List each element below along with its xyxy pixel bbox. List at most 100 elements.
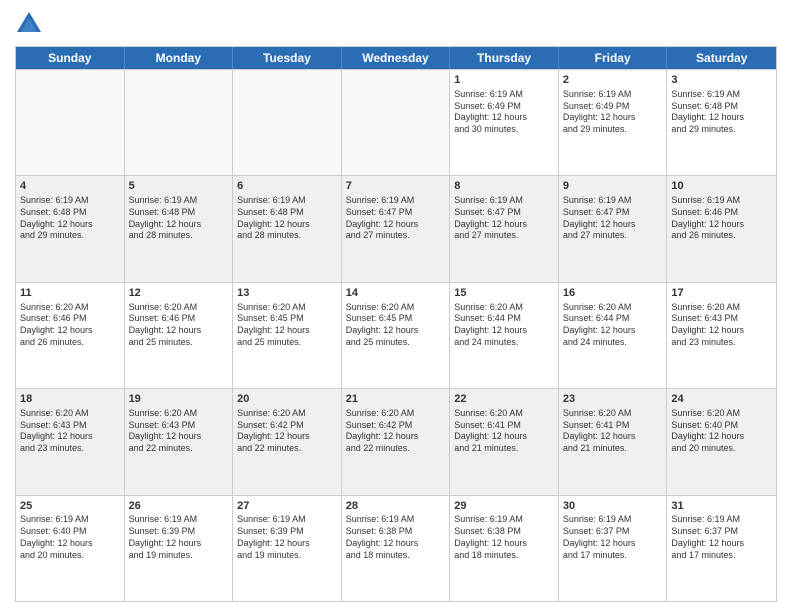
day-number: 2 <box>563 73 663 88</box>
calendar-body: 1Sunrise: 6:19 AM Sunset: 6:49 PM Daylig… <box>16 69 776 601</box>
calendar-cell-day-26: 26Sunrise: 6:19 AM Sunset: 6:39 PM Dayli… <box>125 496 234 601</box>
day-info: Sunrise: 6:19 AM Sunset: 6:37 PM Dayligh… <box>671 514 772 561</box>
day-number: 15 <box>454 286 554 301</box>
day-number: 26 <box>129 499 229 514</box>
day-info: Sunrise: 6:19 AM Sunset: 6:49 PM Dayligh… <box>563 89 663 136</box>
day-number: 28 <box>346 499 446 514</box>
day-number: 17 <box>671 286 772 301</box>
day-number: 18 <box>20 392 120 407</box>
day-number: 6 <box>237 179 337 194</box>
header <box>15 10 777 38</box>
day-info: Sunrise: 6:20 AM Sunset: 6:41 PM Dayligh… <box>454 408 554 455</box>
day-info: Sunrise: 6:19 AM Sunset: 6:38 PM Dayligh… <box>454 514 554 561</box>
calendar-header-cell: Wednesday <box>342 47 451 69</box>
calendar: SundayMondayTuesdayWednesdayThursdayFrid… <box>15 46 777 602</box>
day-number: 21 <box>346 392 446 407</box>
day-number: 8 <box>454 179 554 194</box>
calendar-cell-day-9: 9Sunrise: 6:19 AM Sunset: 6:47 PM Daylig… <box>559 176 668 281</box>
day-number: 5 <box>129 179 229 194</box>
calendar-cell-day-30: 30Sunrise: 6:19 AM Sunset: 6:37 PM Dayli… <box>559 496 668 601</box>
day-info: Sunrise: 6:20 AM Sunset: 6:43 PM Dayligh… <box>671 302 772 349</box>
calendar-cell-empty <box>342 70 451 175</box>
calendar-cell-day-13: 13Sunrise: 6:20 AM Sunset: 6:45 PM Dayli… <box>233 283 342 388</box>
day-info: Sunrise: 6:20 AM Sunset: 6:44 PM Dayligh… <box>454 302 554 349</box>
day-info: Sunrise: 6:19 AM Sunset: 6:47 PM Dayligh… <box>563 195 663 242</box>
calendar-cell-day-6: 6Sunrise: 6:19 AM Sunset: 6:48 PM Daylig… <box>233 176 342 281</box>
day-number: 4 <box>20 179 120 194</box>
calendar-cell-day-21: 21Sunrise: 6:20 AM Sunset: 6:42 PM Dayli… <box>342 389 451 494</box>
calendar-cell-day-8: 8Sunrise: 6:19 AM Sunset: 6:47 PM Daylig… <box>450 176 559 281</box>
day-info: Sunrise: 6:20 AM Sunset: 6:40 PM Dayligh… <box>671 408 772 455</box>
day-info: Sunrise: 6:19 AM Sunset: 6:46 PM Dayligh… <box>671 195 772 242</box>
calendar-header-cell: Tuesday <box>233 47 342 69</box>
calendar-cell-day-17: 17Sunrise: 6:20 AM Sunset: 6:43 PM Dayli… <box>667 283 776 388</box>
day-info: Sunrise: 6:19 AM Sunset: 6:37 PM Dayligh… <box>563 514 663 561</box>
day-info: Sunrise: 6:19 AM Sunset: 6:49 PM Dayligh… <box>454 89 554 136</box>
day-info: Sunrise: 6:20 AM Sunset: 6:42 PM Dayligh… <box>237 408 337 455</box>
calendar-cell-day-19: 19Sunrise: 6:20 AM Sunset: 6:43 PM Dayli… <box>125 389 234 494</box>
day-number: 16 <box>563 286 663 301</box>
calendar-cell-day-27: 27Sunrise: 6:19 AM Sunset: 6:39 PM Dayli… <box>233 496 342 601</box>
calendar-cell-day-1: 1Sunrise: 6:19 AM Sunset: 6:49 PM Daylig… <box>450 70 559 175</box>
day-number: 19 <box>129 392 229 407</box>
day-number: 24 <box>671 392 772 407</box>
day-number: 13 <box>237 286 337 301</box>
calendar-cell-day-5: 5Sunrise: 6:19 AM Sunset: 6:48 PM Daylig… <box>125 176 234 281</box>
logo-icon <box>15 10 43 38</box>
day-number: 20 <box>237 392 337 407</box>
calendar-cell-day-18: 18Sunrise: 6:20 AM Sunset: 6:43 PM Dayli… <box>16 389 125 494</box>
calendar-header-cell: Friday <box>559 47 668 69</box>
calendar-week-1: 1Sunrise: 6:19 AM Sunset: 6:49 PM Daylig… <box>16 69 776 175</box>
calendar-cell-day-29: 29Sunrise: 6:19 AM Sunset: 6:38 PM Dayli… <box>450 496 559 601</box>
day-info: Sunrise: 6:19 AM Sunset: 6:48 PM Dayligh… <box>20 195 120 242</box>
calendar-cell-empty <box>233 70 342 175</box>
calendar-header-cell: Sunday <box>16 47 125 69</box>
day-info: Sunrise: 6:19 AM Sunset: 6:38 PM Dayligh… <box>346 514 446 561</box>
day-number: 23 <box>563 392 663 407</box>
day-number: 9 <box>563 179 663 194</box>
day-info: Sunrise: 6:19 AM Sunset: 6:48 PM Dayligh… <box>129 195 229 242</box>
calendar-cell-day-28: 28Sunrise: 6:19 AM Sunset: 6:38 PM Dayli… <box>342 496 451 601</box>
day-info: Sunrise: 6:19 AM Sunset: 6:40 PM Dayligh… <box>20 514 120 561</box>
calendar-cell-day-7: 7Sunrise: 6:19 AM Sunset: 6:47 PM Daylig… <box>342 176 451 281</box>
day-number: 1 <box>454 73 554 88</box>
day-info: Sunrise: 6:20 AM Sunset: 6:46 PM Dayligh… <box>129 302 229 349</box>
day-info: Sunrise: 6:20 AM Sunset: 6:43 PM Dayligh… <box>20 408 120 455</box>
calendar-week-5: 25Sunrise: 6:19 AM Sunset: 6:40 PM Dayli… <box>16 495 776 601</box>
day-number: 31 <box>671 499 772 514</box>
calendar-cell-day-2: 2Sunrise: 6:19 AM Sunset: 6:49 PM Daylig… <box>559 70 668 175</box>
calendar-week-4: 18Sunrise: 6:20 AM Sunset: 6:43 PM Dayli… <box>16 388 776 494</box>
calendar-week-3: 11Sunrise: 6:20 AM Sunset: 6:46 PM Dayli… <box>16 282 776 388</box>
day-number: 10 <box>671 179 772 194</box>
calendar-header-cell: Monday <box>125 47 234 69</box>
day-info: Sunrise: 6:20 AM Sunset: 6:46 PM Dayligh… <box>20 302 120 349</box>
calendar-cell-day-16: 16Sunrise: 6:20 AM Sunset: 6:44 PM Dayli… <box>559 283 668 388</box>
day-info: Sunrise: 6:20 AM Sunset: 6:45 PM Dayligh… <box>346 302 446 349</box>
day-number: 27 <box>237 499 337 514</box>
logo <box>15 10 47 38</box>
day-number: 7 <box>346 179 446 194</box>
day-number: 12 <box>129 286 229 301</box>
calendar-header-cell: Thursday <box>450 47 559 69</box>
calendar-header-cell: Saturday <box>667 47 776 69</box>
day-number: 14 <box>346 286 446 301</box>
day-info: Sunrise: 6:20 AM Sunset: 6:45 PM Dayligh… <box>237 302 337 349</box>
calendar-cell-day-11: 11Sunrise: 6:20 AM Sunset: 6:46 PM Dayli… <box>16 283 125 388</box>
calendar-cell-day-22: 22Sunrise: 6:20 AM Sunset: 6:41 PM Dayli… <box>450 389 559 494</box>
calendar-cell-day-31: 31Sunrise: 6:19 AM Sunset: 6:37 PM Dayli… <box>667 496 776 601</box>
day-info: Sunrise: 6:20 AM Sunset: 6:41 PM Dayligh… <box>563 408 663 455</box>
day-number: 22 <box>454 392 554 407</box>
page: SundayMondayTuesdayWednesdayThursdayFrid… <box>0 0 792 612</box>
day-info: Sunrise: 6:19 AM Sunset: 6:48 PM Dayligh… <box>671 89 772 136</box>
calendar-cell-day-10: 10Sunrise: 6:19 AM Sunset: 6:46 PM Dayli… <box>667 176 776 281</box>
day-number: 3 <box>671 73 772 88</box>
day-number: 29 <box>454 499 554 514</box>
calendar-header-row: SundayMondayTuesdayWednesdayThursdayFrid… <box>16 47 776 69</box>
calendar-cell-day-23: 23Sunrise: 6:20 AM Sunset: 6:41 PM Dayli… <box>559 389 668 494</box>
day-number: 25 <box>20 499 120 514</box>
calendar-cell-day-25: 25Sunrise: 6:19 AM Sunset: 6:40 PM Dayli… <box>16 496 125 601</box>
day-number: 30 <box>563 499 663 514</box>
day-info: Sunrise: 6:19 AM Sunset: 6:47 PM Dayligh… <box>346 195 446 242</box>
day-info: Sunrise: 6:19 AM Sunset: 6:47 PM Dayligh… <box>454 195 554 242</box>
day-info: Sunrise: 6:19 AM Sunset: 6:48 PM Dayligh… <box>237 195 337 242</box>
